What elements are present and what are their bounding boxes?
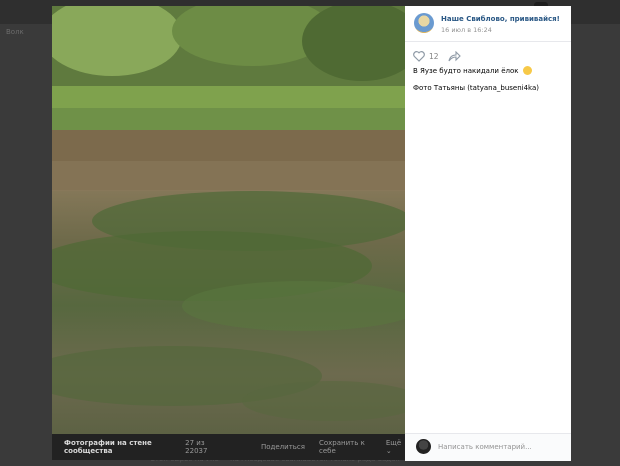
photo-counter: 27 из 22037 bbox=[185, 439, 208, 455]
comment-input[interactable]: Написать комментарий... bbox=[438, 443, 532, 451]
save-button[interactable]: Сохранить к себе bbox=[319, 439, 372, 455]
share-button[interactable]: Поделиться bbox=[261, 443, 305, 451]
more-button[interactable]: Ещё ⌄ bbox=[386, 439, 405, 455]
river-photo-illustration bbox=[52, 6, 405, 421]
share-arrow-icon[interactable] bbox=[448, 50, 461, 62]
like-count: 12 bbox=[429, 51, 439, 61]
actions-row: 12 bbox=[413, 49, 461, 63]
background-sidebar-label: Волк bbox=[6, 28, 24, 36]
photo-viewer: Фотографии на стене сообщества 27 из 220… bbox=[52, 6, 571, 461]
divider bbox=[405, 41, 571, 42]
post-text: В Яузе будто накидали ёлок bbox=[413, 66, 532, 75]
user-avatar bbox=[416, 439, 431, 454]
photo-toolbar: Фотографии на стене сообщества 27 из 220… bbox=[52, 434, 405, 460]
more-label: Ещё bbox=[385, 439, 402, 447]
smile-emoji-icon bbox=[522, 66, 532, 75]
chevron-down-icon: ⌄ bbox=[385, 447, 392, 455]
group-avatar[interactable] bbox=[414, 13, 434, 33]
group-name-link[interactable]: Наше Свиблово, прививайся! bbox=[441, 15, 560, 23]
comment-box: Написать комментарий... bbox=[405, 433, 571, 461]
post-timestamp[interactable]: 16 июл в 16:24 bbox=[441, 26, 492, 34]
album-link[interactable]: Фотографии на стене сообщества bbox=[64, 439, 177, 455]
heart-icon[interactable] bbox=[413, 50, 425, 62]
post-credit: Фото Татьяны (tatyana_buseni4ka) bbox=[413, 84, 539, 92]
post-text-content: В Яузе будто накидали ёлок bbox=[413, 67, 519, 75]
post-photo[interactable] bbox=[52, 6, 405, 434]
post-sidebar: Наше Свиблово, прививайся! 16 июл в 16:2… bbox=[405, 6, 571, 461]
